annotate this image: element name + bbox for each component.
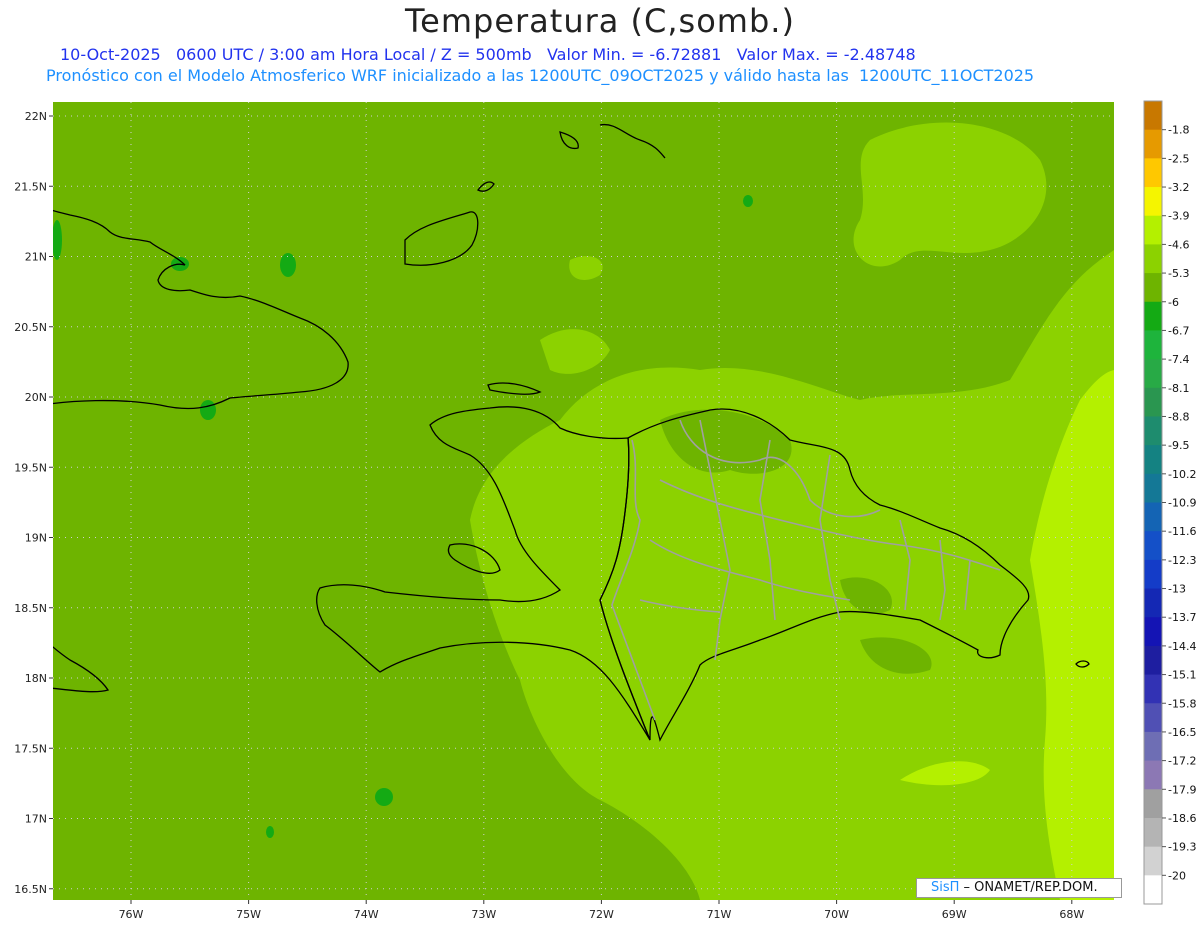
field-low-patch3	[200, 400, 216, 420]
colorbar-swatch	[1144, 760, 1162, 790]
lat-label: 21.5N	[14, 180, 47, 193]
credit-text: – ONAMET/REP.DOM.	[959, 880, 1098, 895]
lat-label: 22N	[25, 110, 47, 123]
field-low-patch4	[53, 220, 62, 260]
colorbar-label: -14.4	[1168, 640, 1196, 653]
colorbar-label: -7.4	[1168, 353, 1189, 366]
colorbar-label: -9.5	[1168, 439, 1189, 452]
lon-label: 68W	[1059, 908, 1084, 921]
lon-label: 69W	[942, 908, 967, 921]
colorbar-swatch	[1144, 559, 1162, 590]
colorbar-swatch	[1144, 817, 1162, 848]
colorbar-label: -11.6	[1168, 525, 1196, 538]
field-mid-patch2	[569, 255, 603, 280]
credit-box: SisΠ – ONAMET/REP.DOM.	[916, 878, 1122, 898]
lat-label: 18N	[25, 672, 47, 685]
field-low-patch6	[743, 195, 753, 207]
colorbar-label: -18.6	[1168, 812, 1196, 825]
colorbar-label: -6	[1168, 296, 1179, 309]
lon-label: 75W	[236, 908, 261, 921]
sispi-logo: SisΠ	[931, 880, 960, 895]
colorbar-label: -10.2	[1168, 468, 1196, 481]
colorbar-label: -13.7	[1168, 611, 1196, 624]
lat-label: 16.5N	[14, 883, 47, 896]
colorbar-swatch	[1144, 416, 1162, 446]
field-low-patch5	[375, 788, 393, 806]
colorbar-label: -16.5	[1168, 726, 1196, 739]
subtitle-valid-time: 10-Oct-2025 0600 UTC / 3:00 am Hora Loca…	[60, 45, 916, 64]
colorbar-label: -1.8	[1168, 124, 1189, 137]
colorbar-label: -6.7	[1168, 324, 1189, 337]
colorbar-swatch	[1144, 588, 1162, 618]
colorbar-label: -17.9	[1168, 783, 1196, 796]
colorbar-swatch	[1144, 445, 1162, 475]
lat-label: 19.5N	[14, 461, 47, 474]
colorbar-swatch	[1144, 330, 1162, 360]
colorbar-swatch	[1144, 645, 1162, 676]
lon-label: 71W	[707, 908, 732, 921]
colorbar-label: -3.9	[1168, 210, 1189, 223]
colorbar-label: -13	[1168, 583, 1186, 596]
colorbar-swatch	[1144, 531, 1162, 561]
colorbar-swatch	[1144, 617, 1162, 647]
colorbar-label: -2.5	[1168, 152, 1189, 165]
colorbar-swatch	[1144, 301, 1162, 331]
colorbar-swatch	[1144, 846, 1162, 876]
page-title: Temperatura (C,somb.)	[405, 2, 795, 40]
lon-label: 72W	[589, 908, 614, 921]
colorbar-swatch	[1144, 674, 1162, 704]
lat-label: 21N	[25, 251, 47, 264]
colorbar-swatch	[1144, 731, 1162, 762]
lat-label: 20N	[25, 391, 47, 404]
colorbar-swatch	[1144, 101, 1162, 131]
lat-label: 18.5N	[14, 602, 47, 615]
colorbar-label: -20	[1168, 869, 1186, 882]
lat-label: 17N	[25, 813, 47, 826]
lon-label: 76W	[119, 908, 144, 921]
colorbar-swatch	[1144, 215, 1162, 245]
colorbar-swatch	[1144, 187, 1162, 217]
colorbar-swatch	[1144, 789, 1162, 819]
colorbar-swatch	[1144, 158, 1162, 188]
colorbar-swatch	[1144, 875, 1162, 905]
lat-label: 17.5N	[14, 742, 47, 755]
colorbar-swatch	[1144, 359, 1162, 389]
colorbar-swatch	[1144, 387, 1162, 417]
subtitle-model-info: Pronóstico con el Modelo Atmosferico WRF…	[46, 66, 1035, 85]
colorbar-label: -4.6	[1168, 238, 1189, 251]
colorbar-label: -3.2	[1168, 181, 1189, 194]
lat-label: 20.5N	[14, 321, 47, 334]
colorbar-label: -5.3	[1168, 267, 1189, 280]
colorbar-label: -8.1	[1168, 382, 1189, 395]
colorbar-label: -12.3	[1168, 554, 1196, 567]
colorbar-swatch	[1144, 703, 1162, 733]
colorbar-label: -15.1	[1168, 669, 1196, 682]
colorbar-swatch	[1144, 502, 1162, 532]
colorbar-swatch	[1144, 244, 1162, 274]
colorbar-swatch	[1144, 273, 1162, 303]
lon-label: 74W	[354, 908, 379, 921]
colorbar-label: -17.2	[1168, 755, 1196, 768]
colorbar-label: -8.8	[1168, 410, 1189, 423]
temperature-map: 22N 21.5N 21N 20.5N 20N 19.5N 19N 18.5N 18N 17.5N…	[14, 100, 1196, 921]
lon-label: 73W	[471, 908, 496, 921]
colorbar: -1.8 -2.5 -3.2 -3.9 -4.6 -5.3 -6 -6.7 -7.4 -8.1 -8…	[1143, 100, 1196, 905]
colorbar-swatch	[1144, 473, 1162, 503]
colorbar-label: -15.8	[1168, 697, 1196, 710]
lon-label: 70W	[824, 908, 849, 921]
colorbar-label: -19.3	[1168, 841, 1196, 854]
colorbar-label: -10.9	[1168, 497, 1196, 510]
field-low-patch7	[266, 826, 274, 838]
lat-label: 19N	[25, 532, 47, 545]
colorbar-swatch	[1144, 129, 1162, 159]
